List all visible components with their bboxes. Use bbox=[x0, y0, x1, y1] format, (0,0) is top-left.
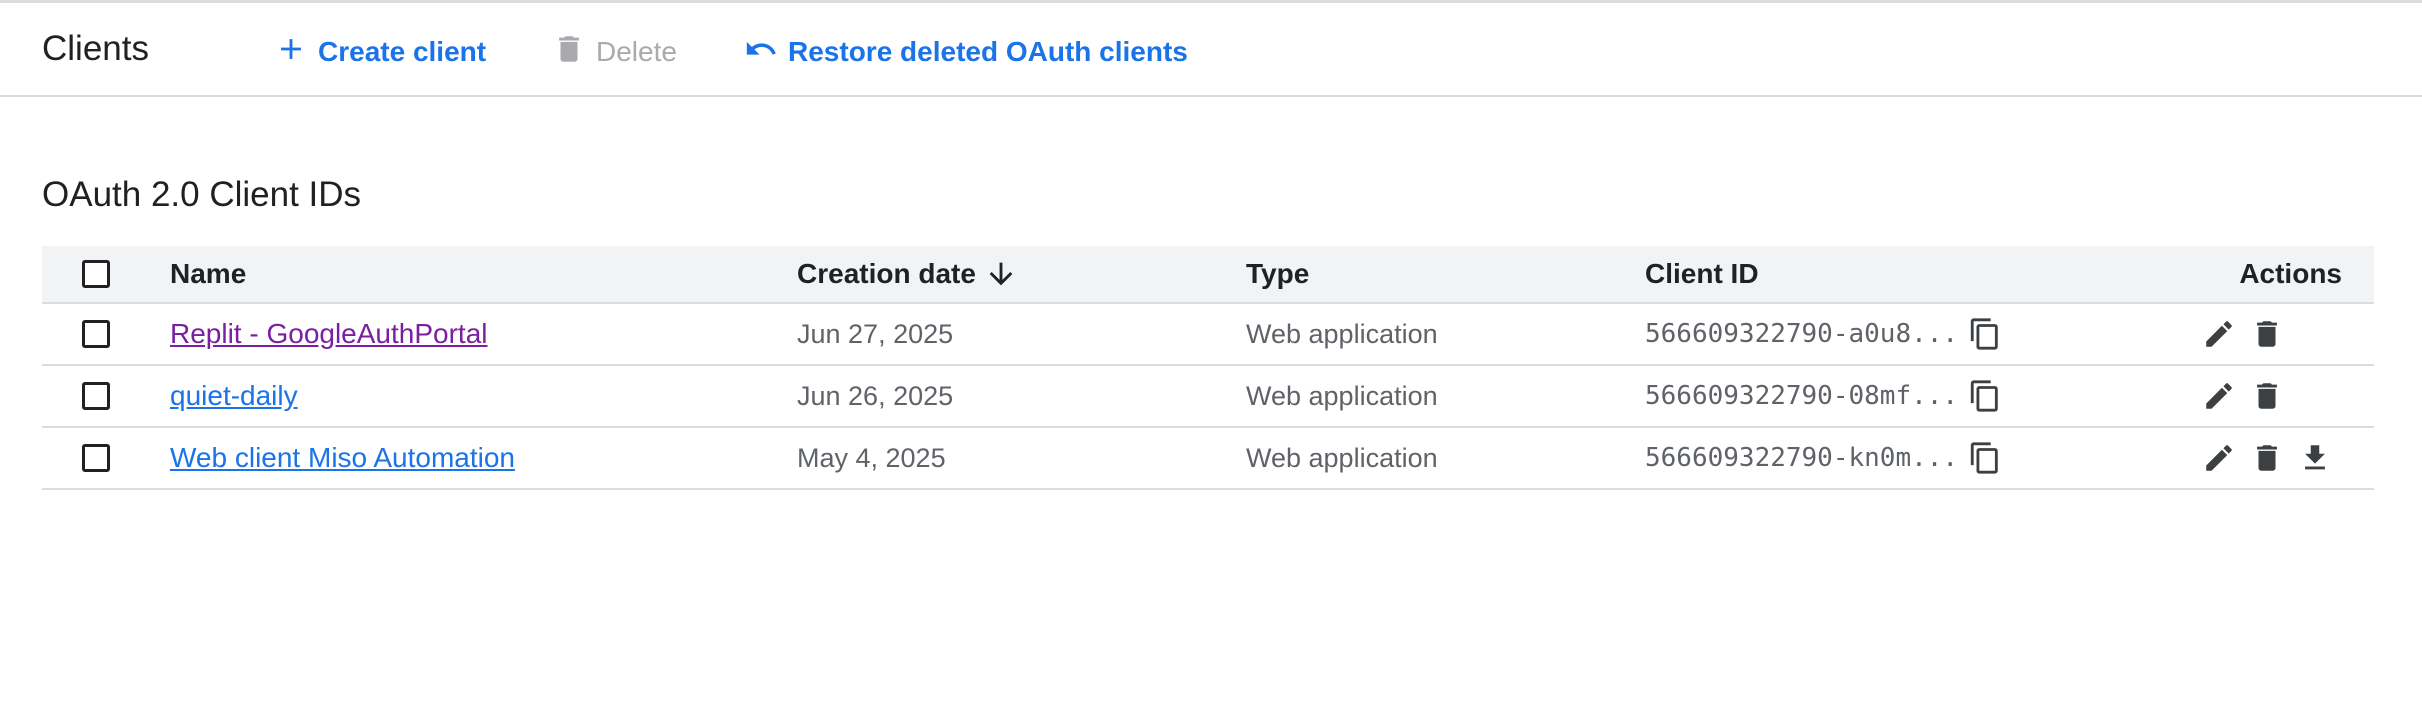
row-checkbox[interactable] bbox=[82, 320, 110, 348]
copy-icon[interactable] bbox=[1968, 317, 2002, 351]
column-header-name[interactable]: Name bbox=[170, 246, 246, 302]
type-cell: Web application bbox=[1246, 442, 1438, 473]
client-id-value: 566609322790-08mf... bbox=[1645, 381, 1959, 411]
creation-date-cell: May 4, 2025 bbox=[797, 442, 946, 473]
restore-label: Restore deleted OAuth clients bbox=[788, 36, 1188, 67]
page-title: Clients bbox=[42, 29, 149, 68]
client-name-link[interactable]: Web client Miso Automation bbox=[170, 442, 515, 474]
copy-icon[interactable] bbox=[1968, 441, 2002, 475]
restore-deleted-clients-button[interactable]: Restore deleted OAuth clients bbox=[744, 30, 1188, 74]
section-title: OAuth 2.0 Client IDs bbox=[42, 175, 362, 214]
client-id-cell: 566609322790-a0u8... bbox=[1645, 304, 2002, 364]
table-header-row: Name Creation date Type Client ID Action… bbox=[42, 246, 2374, 304]
client-name-link[interactable]: Replit - GoogleAuthPortal bbox=[170, 318, 488, 350]
actions-cell bbox=[2202, 366, 2298, 426]
actions-cell bbox=[2202, 428, 2346, 488]
create-client-button[interactable]: Create client bbox=[274, 30, 486, 74]
edit-icon[interactable] bbox=[2202, 441, 2236, 475]
table-row: Web client Miso Automation May 4, 2025 W… bbox=[42, 428, 2374, 490]
plus-icon bbox=[274, 32, 318, 73]
delete-icon[interactable] bbox=[2250, 317, 2284, 351]
type-cell: Web application bbox=[1246, 380, 1438, 411]
select-all-checkbox[interactable] bbox=[82, 260, 110, 288]
creation-date-cell: Jun 26, 2025 bbox=[797, 380, 954, 411]
undo-icon bbox=[744, 32, 788, 73]
client-id-value: 566609322790-a0u8... bbox=[1645, 319, 1959, 349]
client-name-link[interactable]: quiet-daily bbox=[170, 380, 298, 412]
delete-icon[interactable] bbox=[2250, 379, 2284, 413]
column-header-type[interactable]: Type bbox=[1246, 246, 1309, 302]
trash-icon bbox=[552, 32, 596, 73]
copy-icon[interactable] bbox=[1968, 379, 2002, 413]
delete-label: Delete bbox=[596, 36, 677, 67]
column-header-actions: Actions bbox=[2239, 258, 2342, 289]
client-id-cell: 566609322790-kn0m... bbox=[1645, 428, 2002, 488]
column-header-creation-date[interactable]: Creation date bbox=[797, 246, 1018, 302]
download-icon[interactable] bbox=[2298, 441, 2332, 475]
page-header: Clients Create client Delete Restore del… bbox=[0, 3, 2422, 97]
create-client-label: Create client bbox=[318, 36, 487, 67]
table-row: Replit - GoogleAuthPortal Jun 27, 2025 W… bbox=[42, 304, 2374, 366]
creation-date-cell: Jun 27, 2025 bbox=[797, 318, 954, 349]
delete-icon[interactable] bbox=[2250, 441, 2284, 475]
arrow-down-sort-icon bbox=[976, 257, 1018, 291]
client-id-cell: 566609322790-08mf... bbox=[1645, 366, 2002, 426]
edit-icon[interactable] bbox=[2202, 379, 2236, 413]
oauth-clients-table: Name Creation date Type Client ID Action… bbox=[42, 246, 2374, 490]
creation-date-header-label: Creation date bbox=[797, 258, 976, 289]
table-row: quiet-daily Jun 26, 2025 Web application… bbox=[42, 366, 2374, 428]
actions-cell bbox=[2202, 304, 2298, 364]
row-checkbox[interactable] bbox=[82, 444, 110, 472]
client-id-value: 566609322790-kn0m... bbox=[1645, 443, 1959, 473]
column-header-client-id[interactable]: Client ID bbox=[1645, 246, 1759, 302]
delete-button[interactable]: Delete bbox=[552, 30, 677, 74]
edit-icon[interactable] bbox=[2202, 317, 2236, 351]
row-checkbox[interactable] bbox=[82, 382, 110, 410]
type-cell: Web application bbox=[1246, 318, 1438, 349]
